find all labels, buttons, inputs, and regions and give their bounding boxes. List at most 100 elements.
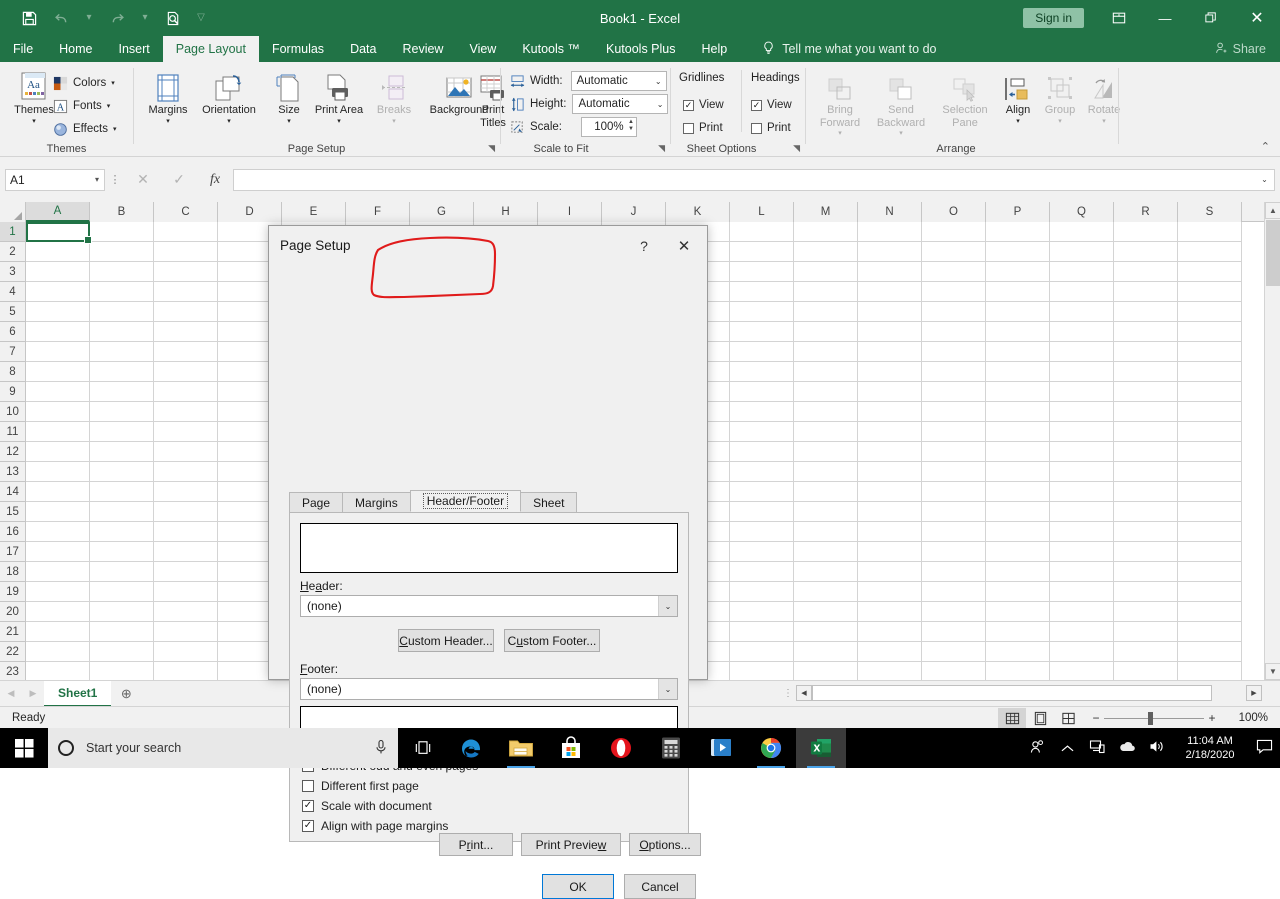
cell-B4[interactable] <box>90 282 154 302</box>
cell-C4[interactable] <box>154 282 218 302</box>
cell-M11[interactable] <box>794 422 858 442</box>
cell-S19[interactable] <box>1178 582 1242 602</box>
formula-input[interactable] <box>233 168 1255 191</box>
sign-in-button[interactable]: Sign in <box>1023 8 1084 28</box>
cell-B11[interactable] <box>90 422 154 442</box>
cell-L22[interactable] <box>730 642 794 662</box>
column-header-G[interactable]: G <box>410 202 474 222</box>
cell-L2[interactable] <box>730 242 794 262</box>
cell-R4[interactable] <box>1114 282 1178 302</box>
volume-icon[interactable] <box>1142 739 1172 757</box>
cell-R14[interactable] <box>1114 482 1178 502</box>
cell-M19[interactable] <box>794 582 858 602</box>
cell-P2[interactable] <box>986 242 1050 262</box>
cell-A14[interactable] <box>26 482 90 502</box>
cell-Q15[interactable] <box>1050 502 1114 522</box>
dialog-close-icon[interactable]: ✕ <box>667 234 701 258</box>
column-header-O[interactable]: O <box>922 202 986 222</box>
undo-dropdown-icon[interactable]: ▾ <box>78 4 100 32</box>
spinner-arrows-icon[interactable]: ▲ ▼ <box>628 119 634 133</box>
cell-P6[interactable] <box>986 322 1050 342</box>
cell-O20[interactable] <box>922 602 986 622</box>
cell-M13[interactable] <box>794 462 858 482</box>
cell-Q16[interactable] <box>1050 522 1114 542</box>
ribbon-tab-insert[interactable]: Insert <box>106 36 163 62</box>
align-button[interactable]: Align ▾ <box>996 70 1040 125</box>
cell-A12[interactable] <box>26 442 90 462</box>
cell-N15[interactable] <box>858 502 922 522</box>
cell-R23[interactable] <box>1114 662 1178 680</box>
cell-L4[interactable] <box>730 282 794 302</box>
cell-P14[interactable] <box>986 482 1050 502</box>
cell-Q14[interactable] <box>1050 482 1114 502</box>
cell-L3[interactable] <box>730 262 794 282</box>
theme-effects-button[interactable]: Effects ▾ <box>52 118 116 140</box>
print-area-button[interactable]: Print Area ▾ <box>311 70 367 125</box>
cell-B23[interactable] <box>90 662 154 680</box>
cell-P19[interactable] <box>986 582 1050 602</box>
row-header-10[interactable]: 10 <box>0 402 26 422</box>
row-header-13[interactable]: 13 <box>0 462 26 482</box>
column-header-C[interactable]: C <box>154 202 218 222</box>
cell-M22[interactable] <box>794 642 858 662</box>
cell-L17[interactable] <box>730 542 794 562</box>
cell-B2[interactable] <box>90 242 154 262</box>
column-header-S[interactable]: S <box>1178 202 1242 222</box>
cell-P10[interactable] <box>986 402 1050 422</box>
cell-P1[interactable] <box>986 222 1050 242</box>
sheet-tab-sheet1[interactable]: Sheet1 <box>44 680 112 707</box>
print-preview-icon[interactable] <box>158 4 188 32</box>
cell-P11[interactable] <box>986 422 1050 442</box>
cell-S4[interactable] <box>1178 282 1242 302</box>
formula-bar-grip[interactable]: ⋮ <box>105 173 125 186</box>
cell-R18[interactable] <box>1114 562 1178 582</box>
cell-O6[interactable] <box>922 322 986 342</box>
redo-icon[interactable] <box>102 4 132 32</box>
ribbon-tab-review[interactable]: Review <box>389 36 456 62</box>
column-header-R[interactable]: R <box>1114 202 1178 222</box>
cell-C20[interactable] <box>154 602 218 622</box>
cell-C21[interactable] <box>154 622 218 642</box>
cell-O17[interactable] <box>922 542 986 562</box>
cell-C10[interactable] <box>154 402 218 422</box>
cell-L12[interactable] <box>730 442 794 462</box>
cell-B15[interactable] <box>90 502 154 522</box>
cell-P7[interactable] <box>986 342 1050 362</box>
cell-Q17[interactable] <box>1050 542 1114 562</box>
cell-C2[interactable] <box>154 242 218 262</box>
cell-L1[interactable] <box>730 222 794 242</box>
cell-B8[interactable] <box>90 362 154 382</box>
cell-M17[interactable] <box>794 542 858 562</box>
ribbon-tab-kutools[interactable]: Kutools ™ <box>509 36 593 62</box>
cell-L19[interactable] <box>730 582 794 602</box>
cell-S15[interactable] <box>1178 502 1242 522</box>
cell-R19[interactable] <box>1114 582 1178 602</box>
cell-N7[interactable] <box>858 342 922 362</box>
row-header-23[interactable]: 23 <box>0 662 26 682</box>
ribbon-tab-home[interactable]: Home <box>46 36 105 62</box>
cell-S9[interactable] <box>1178 382 1242 402</box>
cell-S6[interactable] <box>1178 322 1242 342</box>
cell-R8[interactable] <box>1114 362 1178 382</box>
column-header-F[interactable]: F <box>346 202 410 222</box>
dialog-tab-sheet[interactable]: Sheet <box>520 492 578 512</box>
cell-O5[interactable] <box>922 302 986 322</box>
file-explorer-icon[interactable] <box>496 728 546 768</box>
cell-B3[interactable] <box>90 262 154 282</box>
chevron-down-icon[interactable]: ▾ <box>227 118 231 125</box>
cell-Q23[interactable] <box>1050 662 1114 680</box>
cell-A11[interactable] <box>26 422 90 442</box>
enter-icon[interactable]: ✓ <box>161 171 197 188</box>
tell-me-search[interactable]: Tell me what you want to do <box>750 36 948 62</box>
cell-N14[interactable] <box>858 482 922 502</box>
cell-P23[interactable] <box>986 662 1050 680</box>
cell-A20[interactable] <box>26 602 90 622</box>
row-header-22[interactable]: 22 <box>0 642 26 662</box>
cell-R22[interactable] <box>1114 642 1178 662</box>
cell-O8[interactable] <box>922 362 986 382</box>
scale-with-document-checkbox[interactable]: ✓ Scale with document <box>302 799 432 813</box>
cell-C15[interactable] <box>154 502 218 522</box>
column-header-Q[interactable]: Q <box>1050 202 1114 222</box>
cell-B18[interactable] <box>90 562 154 582</box>
row-header-21[interactable]: 21 <box>0 622 26 642</box>
